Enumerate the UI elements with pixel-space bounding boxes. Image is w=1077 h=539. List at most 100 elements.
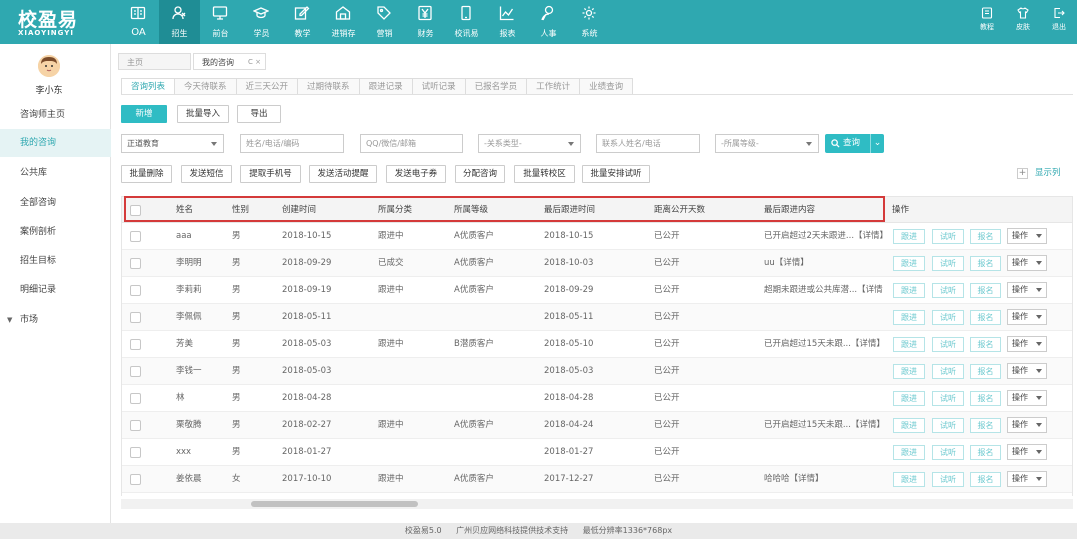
enroll-button[interactable]: 报名 (970, 256, 1001, 271)
sidebar-item-consultant-home[interactable]: 咨询师主页 (0, 101, 111, 129)
cell-last-content[interactable] (764, 385, 890, 412)
row-ops-select[interactable]: 操作 (1007, 336, 1047, 352)
table-row[interactable]: 李钱一 男 2018-05-03 2018-05-03 已公开 跟进 试听 报名 操作 (122, 358, 1072, 385)
close-icon[interactable]: C × (248, 54, 261, 71)
add-button[interactable]: 新增 (121, 105, 167, 123)
follow-button[interactable]: 跟进 (893, 229, 925, 244)
send-event-reminder-button[interactable]: 发送活动提醒 (309, 165, 377, 183)
row-checkbox[interactable] (130, 447, 141, 458)
row-checkbox[interactable] (130, 312, 141, 323)
row-ops-select[interactable]: 操作 (1007, 444, 1047, 460)
row-ops-select[interactable]: 操作 (1007, 309, 1047, 325)
follow-button[interactable]: 跟进 (893, 364, 925, 379)
tutorial-button[interactable]: 教程 (969, 0, 1005, 44)
sidebar-item-public-pool[interactable]: 公共库 (0, 159, 111, 187)
table-row[interactable]: 李莉莉 男 2018-09-19 跟进中 A优质客户 2018-09-29 已公开 超期未跟进… (122, 277, 1072, 304)
nav-item-finance[interactable]: 财务 (405, 0, 446, 44)
tab-enrolled-students[interactable]: 已报名学员 (464, 78, 528, 95)
tab-overdue-contact[interactable]: 过期待联系 (297, 78, 360, 95)
nav-item-messaging[interactable]: 校讯易 (446, 0, 487, 44)
trial-button[interactable]: 试听 (932, 310, 964, 325)
row-ops-select[interactable]: 操作 (1007, 228, 1047, 244)
sidebar-item-all-consult[interactable]: 全部咨询 (0, 189, 111, 217)
cell-last-content[interactable]: uu【详情】 (764, 250, 890, 277)
batch-schedule-trial-button[interactable]: 批量安排试听 (582, 165, 650, 183)
row-ops-select[interactable]: 操作 (1007, 417, 1047, 433)
cell-last-content[interactable]: 已开启超过2天未跟进...【详情】 (764, 223, 890, 250)
enroll-button[interactable]: 报名 (970, 310, 1001, 325)
logout-button[interactable]: 退出 (1041, 0, 1077, 44)
nav-item-system[interactable]: 系统 (569, 0, 610, 44)
nav-item-oa[interactable]: OA (118, 0, 159, 44)
sidebar-item-my-consult[interactable]: 我的咨询 (0, 129, 111, 157)
follow-button[interactable]: 跟进 (893, 391, 925, 406)
scrollbar-thumb[interactable] (251, 501, 418, 507)
cell-last-content[interactable]: 超期未跟进或公共库潜...【详情 (764, 277, 890, 304)
sidebar-item-detail-records[interactable]: 明细记录 (0, 276, 111, 304)
level-select[interactable]: -所属等级- (715, 134, 819, 153)
follow-button[interactable]: 跟进 (893, 445, 925, 460)
batch-import-button[interactable]: 批量导入 (177, 105, 229, 123)
trial-button[interactable]: 试听 (932, 418, 964, 433)
plus-icon[interactable]: + (1017, 168, 1028, 179)
row-checkbox[interactable] (130, 285, 141, 296)
enroll-button[interactable]: 报名 (970, 337, 1001, 352)
trial-button[interactable]: 试听 (932, 391, 964, 406)
cell-last-content[interactable] (764, 304, 890, 331)
row-checkbox[interactable] (130, 366, 141, 377)
sidebar-item-market[interactable]: ▼ 市场 (0, 306, 111, 334)
tab-performance[interactable]: 业绩查询 (579, 78, 634, 95)
follow-button[interactable]: 跟进 (893, 418, 925, 433)
tab-contact-today[interactable]: 今天待联系 (174, 78, 237, 95)
enroll-button[interactable]: 报名 (970, 472, 1001, 487)
batch-delete-button[interactable]: 批量删除 (121, 165, 172, 183)
row-checkbox[interactable] (130, 339, 141, 350)
tab-trial-records[interactable]: 试听记录 (411, 78, 466, 95)
enroll-button[interactable]: 报名 (970, 283, 1001, 298)
batch-transfer-campus-button[interactable]: 批量转校区 (514, 165, 575, 183)
nav-item-inventory[interactable]: 进销存 (323, 0, 364, 44)
row-ops-select[interactable]: 操作 (1007, 363, 1047, 379)
row-ops-select[interactable]: 操作 (1007, 471, 1047, 487)
row-checkbox[interactable] (130, 420, 141, 431)
send-ecoupon-button[interactable]: 发送电子券 (386, 165, 446, 183)
page-tab-my-consult[interactable]: 我的咨询 C × (193, 53, 266, 70)
enroll-button[interactable]: 报名 (970, 229, 1001, 244)
tab-work-stats[interactable]: 工作统计 (526, 78, 581, 95)
export-button[interactable]: 导出 (237, 105, 281, 123)
follow-button[interactable]: 跟进 (893, 283, 925, 298)
nav-item-marketing[interactable]: 营销 (364, 0, 405, 44)
cell-last-content[interactable]: 哈哈哈【详情】 (764, 466, 890, 493)
trial-button[interactable]: 试听 (932, 229, 964, 244)
row-ops-select[interactable]: 操作 (1007, 390, 1047, 406)
cell-last-content[interactable] (764, 439, 890, 466)
nav-item-hr[interactable]: 人事 (528, 0, 569, 44)
skin-button[interactable]: 皮肤 (1005, 0, 1041, 44)
campus-select[interactable]: 正道教育 (121, 134, 224, 153)
follow-button[interactable]: 跟进 (893, 472, 925, 487)
page-tab-home[interactable]: 主页 (118, 53, 191, 70)
row-ops-select[interactable]: 操作 (1007, 282, 1047, 298)
enroll-button[interactable]: 报名 (970, 391, 1001, 406)
trial-button[interactable]: 试听 (932, 472, 964, 487)
relation-type-select[interactable]: -关系类型- (478, 134, 581, 153)
follow-button[interactable]: 跟进 (893, 256, 925, 271)
table-row[interactable]: 姜依晨 女 2017-10-10 跟进中 A优质客户 2017-12-27 已公开 哈哈哈【详… (122, 466, 1072, 493)
table-row[interactable]: xxx 男 2018-01-27 2018-01-27 已公开 跟进 试听 报名 操作 (122, 439, 1072, 466)
enroll-button[interactable]: 报名 (970, 418, 1001, 433)
show-columns-link[interactable]: 显示列 (1035, 166, 1061, 178)
trial-button[interactable]: 试听 (932, 283, 964, 298)
table-row[interactable]: 芳美 男 2018-05-03 跟进中 B潜质客户 2018-05-10 已公开 已开启超过1… (122, 331, 1072, 358)
follow-button[interactable]: 跟进 (893, 310, 925, 325)
tab-consult-list[interactable]: 咨询列表 (121, 78, 176, 95)
row-checkbox[interactable] (130, 393, 141, 404)
sidebar-item-enroll-target[interactable]: 招生目标 (0, 247, 111, 275)
sidebar-item-case-analysis[interactable]: 案例剖析 (0, 218, 111, 246)
trial-button[interactable]: 试听 (932, 445, 964, 460)
nav-item-students[interactable]: 学员 (241, 0, 282, 44)
contact-search-input[interactable]: QQ/微信/邮箱 (360, 134, 463, 153)
enroll-button[interactable]: 报名 (970, 445, 1001, 460)
tab-follow-records[interactable]: 跟进记录 (358, 78, 413, 95)
nav-item-enroll[interactable]: 招生 (159, 0, 200, 44)
row-checkbox[interactable] (130, 231, 141, 242)
